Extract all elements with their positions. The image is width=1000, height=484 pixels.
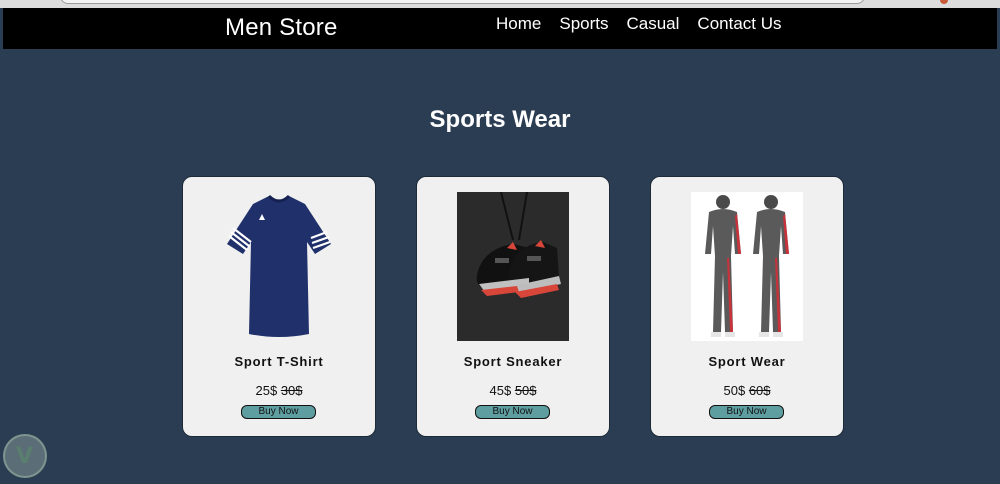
nav-link-contact[interactable]: Contact Us	[697, 14, 781, 34]
navbar: Men Store Home Sports Casual Contact Us	[3, 8, 997, 49]
buy-now-button[interactable]: Buy Now	[475, 405, 550, 419]
current-price: 50$	[723, 383, 746, 398]
watermark-v-icon: V	[16, 444, 34, 469]
current-price: 45$	[489, 383, 512, 398]
old-price: 60$	[748, 383, 771, 398]
nav-links: Home Sports Casual Contact Us	[496, 14, 782, 34]
product-name: Sport T-Shirt	[234, 354, 324, 369]
nav-link-casual[interactable]: Casual	[627, 14, 680, 34]
tshirt-image	[223, 192, 335, 341]
watermark-logo: V	[3, 434, 47, 478]
section-title: Sports Wear	[429, 106, 571, 133]
old-price: 30$	[280, 383, 303, 398]
brand-logo[interactable]: Men Store	[225, 14, 338, 42]
address-bar[interactable]	[60, 0, 865, 4]
buy-now-button[interactable]: Buy Now	[709, 405, 784, 419]
tracksuit-image	[691, 192, 803, 341]
product-price: 45$ 50$	[417, 383, 609, 398]
product-price: 25$ 30$	[183, 383, 375, 398]
product-name: Sport Sneaker	[463, 354, 563, 369]
current-price: 25$	[255, 383, 278, 398]
buy-now-button[interactable]: Buy Now	[241, 405, 316, 419]
product-card: Sport T-Shirt 25$ 30$ Buy Now	[182, 176, 376, 437]
sneaker-image	[457, 191, 569, 341]
product-name: Sport Wear	[708, 354, 786, 369]
browser-icon[interactable]	[940, 0, 948, 4]
nav-link-home[interactable]: Home	[496, 14, 541, 34]
product-card: Sport Sneaker 45$ 50$ Buy Now	[416, 176, 610, 437]
old-price: 50$	[514, 383, 537, 398]
product-price: 50$ 60$	[651, 383, 843, 398]
nav-link-sports[interactable]: Sports	[559, 14, 608, 34]
product-card: Sport Wear 50$ 60$ Buy Now	[650, 176, 844, 437]
browser-chrome-edge	[0, 0, 1000, 8]
